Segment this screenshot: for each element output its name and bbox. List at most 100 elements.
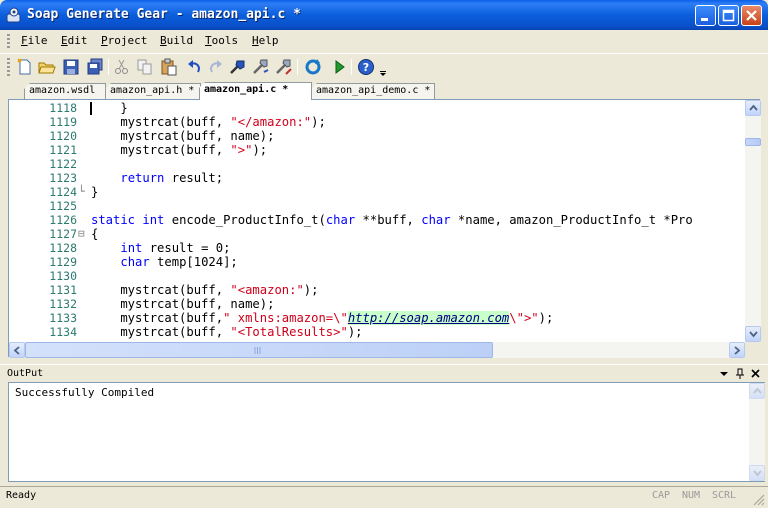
caps-lock-indicator: CAP bbox=[652, 490, 671, 501]
resize-grip-icon[interactable] bbox=[752, 493, 765, 506]
run-button[interactable] bbox=[330, 58, 348, 76]
title-bar[interactable]: Soap Generate Gear - amazon_api.c * bbox=[0, 0, 768, 30]
line-number: 1127 bbox=[49, 227, 77, 241]
toolbar: ? bbox=[0, 53, 768, 79]
code-token: result; bbox=[164, 171, 224, 185]
code-token: return bbox=[120, 171, 165, 185]
toolbar-options-icon bbox=[380, 71, 386, 76]
vertical-scroll-thumb[interactable] bbox=[745, 138, 761, 146]
rebuild-button[interactable] bbox=[275, 58, 293, 76]
num-lock-indicator: NUM bbox=[682, 490, 701, 501]
line-number: 1120 bbox=[49, 129, 77, 143]
output-panel[interactable]: Successfully Compiled bbox=[8, 382, 765, 482]
menu-edit[interactable]: Edit bbox=[61, 34, 88, 47]
close-button[interactable] bbox=[741, 5, 762, 26]
chevron-down-icon bbox=[753, 470, 762, 477]
output-message: Successfully Compiled bbox=[15, 386, 155, 399]
horizontal-scrollbar[interactable] bbox=[9, 342, 745, 358]
line-number: 1130 bbox=[49, 269, 77, 283]
cut-icon bbox=[115, 59, 128, 74]
new-file-button[interactable] bbox=[16, 58, 34, 76]
menubar-grip[interactable] bbox=[7, 34, 10, 49]
horizontal-scroll-thumb[interactable] bbox=[25, 342, 493, 358]
line-number: 1134 bbox=[49, 325, 77, 339]
fold-toggle-icon[interactable]: ⊟ bbox=[78, 227, 85, 240]
code-token: ); bbox=[252, 143, 268, 157]
build-icon bbox=[230, 60, 245, 74]
tools-icon bbox=[253, 59, 269, 74]
open-button[interactable] bbox=[38, 58, 56, 76]
scroll-up-button[interactable] bbox=[745, 100, 761, 116]
undo-icon bbox=[188, 60, 200, 73]
code-token: static bbox=[91, 213, 136, 227]
scroll-right-button[interactable] bbox=[729, 342, 745, 358]
code-editor[interactable]: 1118 1119 1120 1121 1122 1123 1124 1125 1126 1127… bbox=[8, 99, 761, 358]
output-scroll-down-button[interactable] bbox=[749, 465, 765, 481]
status-text: Ready bbox=[6, 490, 37, 501]
code-token: char bbox=[421, 213, 451, 227]
tab-amazon-api-h[interactable]: amazon_api.h * bbox=[105, 83, 201, 99]
line-number-gutter: 1118 1119 1120 1121 1122 1123 1124 1125 1126 1127… bbox=[9, 100, 77, 342]
output-scroll-up-button[interactable] bbox=[749, 383, 765, 399]
code-token: "</amazon:" bbox=[230, 115, 312, 129]
vertical-scrollbar[interactable] bbox=[745, 100, 761, 342]
redo-icon bbox=[210, 60, 222, 73]
menu-project[interactable]: Project bbox=[101, 34, 147, 47]
code-token: ); bbox=[347, 325, 363, 339]
chevron-down-icon bbox=[749, 331, 758, 338]
code-line: } bbox=[91, 101, 127, 115]
refresh-button[interactable] bbox=[304, 58, 322, 76]
code-token: " xmlns:amazon=\" bbox=[223, 311, 348, 325]
code-line: mystrcat(buff," xmlns:amazon=\"http://so… bbox=[91, 311, 553, 325]
save-button[interactable] bbox=[62, 58, 80, 76]
refresh-icon bbox=[305, 59, 321, 75]
tab-amazon-api-c[interactable]: amazon_api.c * bbox=[199, 82, 312, 100]
code-token: encode_ProductInfo_t( bbox=[164, 213, 326, 227]
chevron-right-icon bbox=[734, 346, 741, 355]
grip-lines-icon bbox=[254, 347, 261, 354]
code-url-link[interactable]: http://soap.amazon.com bbox=[347, 311, 510, 325]
redo-button[interactable] bbox=[207, 58, 225, 76]
tab-amazon-api-demo-c[interactable]: amazon_api_demo.c * bbox=[311, 83, 435, 99]
tools-button[interactable] bbox=[252, 58, 270, 76]
undo-button[interactable] bbox=[185, 58, 203, 76]
rebuild-icon bbox=[276, 59, 292, 75]
build-button[interactable] bbox=[229, 58, 247, 76]
code-line: mystrcat(buff, "<amazon:"); bbox=[91, 283, 318, 297]
maximize-button[interactable] bbox=[718, 5, 739, 26]
minimize-icon bbox=[701, 18, 708, 21]
scroll-left-button[interactable] bbox=[9, 342, 25, 358]
menu-build[interactable]: Build bbox=[160, 34, 193, 47]
save-all-button[interactable] bbox=[86, 58, 104, 76]
menu-help[interactable]: Help bbox=[252, 34, 279, 47]
output-pin-button[interactable] bbox=[734, 367, 746, 380]
paste-button[interactable] bbox=[160, 58, 178, 76]
code-line: mystrcat(buff, name); bbox=[91, 129, 274, 143]
toolbar-separator bbox=[108, 59, 109, 75]
toolbar-grip[interactable] bbox=[7, 58, 10, 76]
menu-file[interactable]: File bbox=[21, 34, 48, 47]
code-line: mystrcat(buff, "</amazon:"); bbox=[91, 115, 325, 129]
fold-end-marker: └ bbox=[78, 185, 85, 198]
code-token: result = 0; bbox=[142, 241, 231, 255]
output-close-button[interactable] bbox=[750, 367, 762, 380]
code-token: mystrcat(buff, bbox=[91, 283, 231, 297]
minimize-button[interactable] bbox=[695, 5, 716, 26]
cut-button[interactable] bbox=[113, 58, 131, 76]
scroll-lock-indicator: SCRL bbox=[712, 490, 737, 501]
close-icon bbox=[746, 10, 757, 21]
menu-bar: File Edit Project Build Tools Help bbox=[0, 30, 768, 52]
chevron-left-icon bbox=[13, 346, 20, 355]
output-vertical-scrollbar[interactable] bbox=[749, 383, 765, 481]
tab-amazon-wsdl[interactable]: amazon.wsdl bbox=[24, 83, 106, 99]
help-button[interactable]: ? bbox=[357, 58, 375, 76]
output-dropdown-button[interactable] bbox=[718, 367, 730, 380]
status-bar: Ready CAP NUM SCRL bbox=[0, 486, 768, 508]
toolbar-options-button[interactable] bbox=[378, 58, 388, 76]
scroll-down-button[interactable] bbox=[745, 326, 761, 342]
menu-tools[interactable]: Tools bbox=[205, 34, 238, 47]
line-number: 1131 bbox=[49, 283, 77, 297]
copy-button[interactable] bbox=[136, 58, 154, 76]
line-number: 1125 bbox=[49, 199, 77, 213]
